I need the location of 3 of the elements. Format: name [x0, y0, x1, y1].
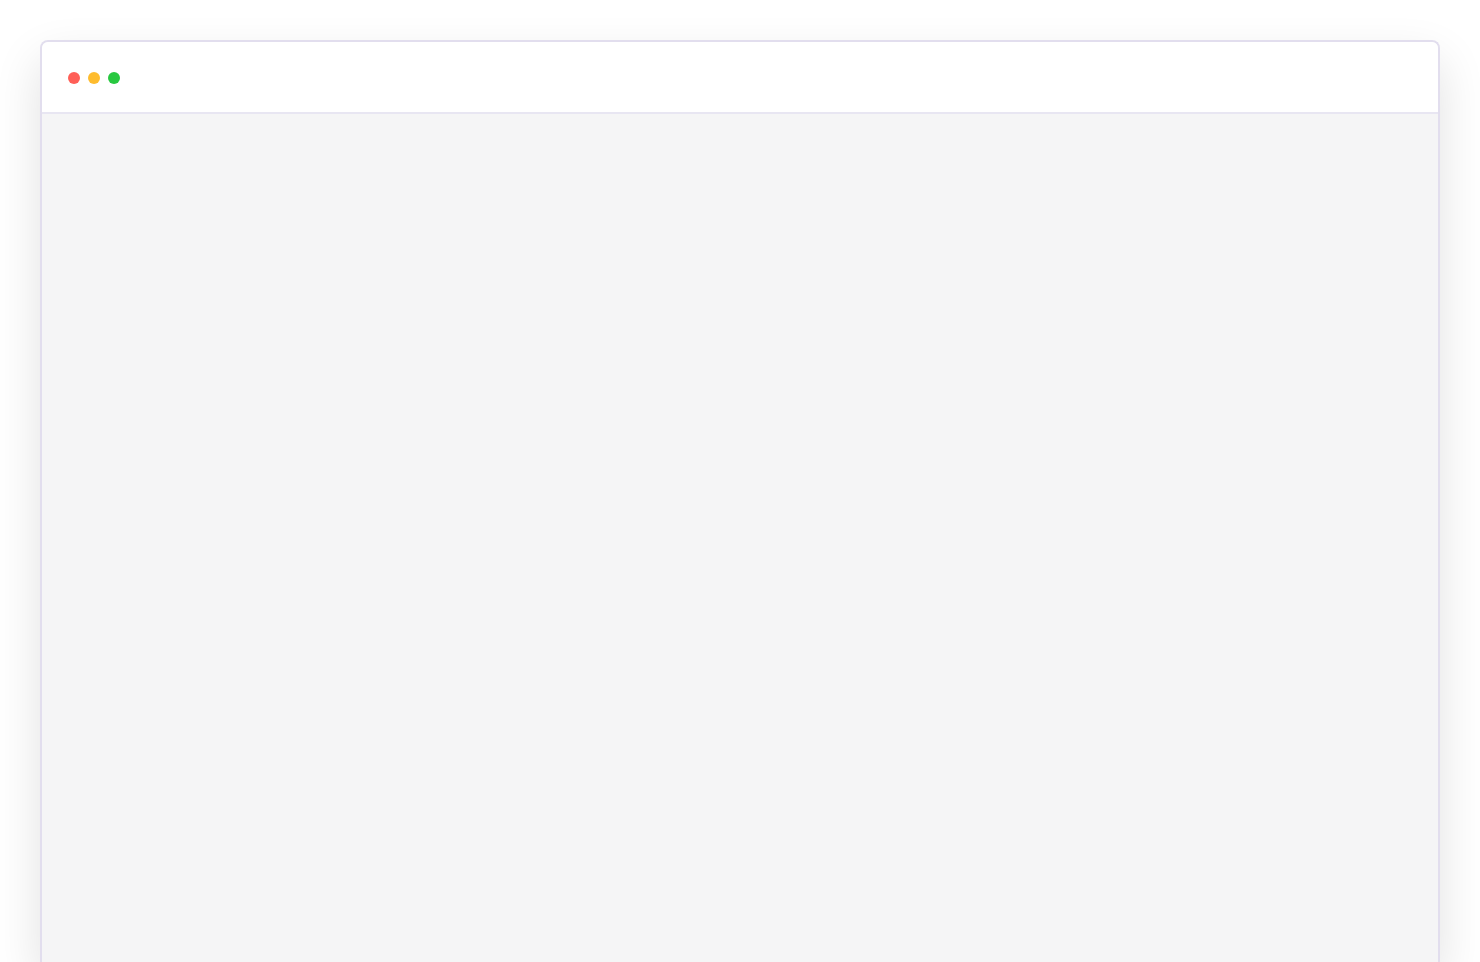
window-control-button[interactable] [88, 71, 100, 83]
window-control-button[interactable] [108, 71, 120, 83]
window-control-button[interactable] [68, 71, 80, 83]
